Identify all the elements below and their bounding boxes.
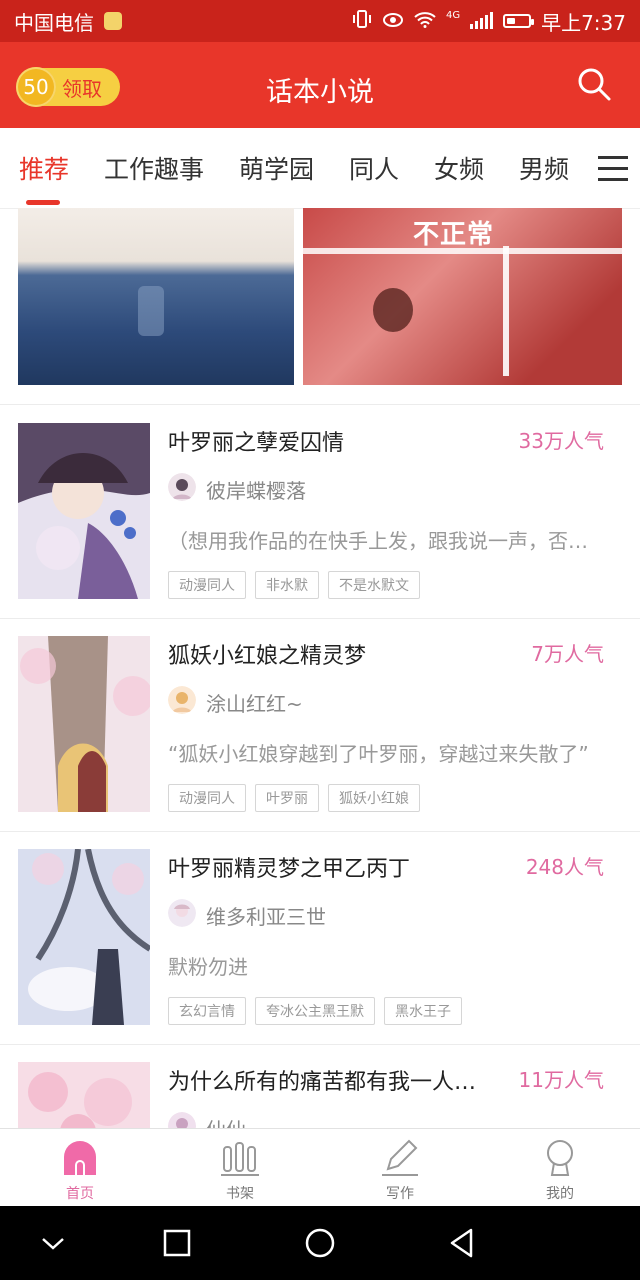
book-tags: 动漫同人 非水默 不是水默文 bbox=[168, 571, 420, 599]
book-list-item[interactable]: 为什么所有的痛苦都有我一人… 11万人气 仙仙 bbox=[0, 1044, 640, 1128]
status-bar: 中国电信 4G 早上7:37 bbox=[0, 0, 640, 42]
profile-icon bbox=[547, 1140, 573, 1176]
tag[interactable]: 狐妖小红娘 bbox=[328, 784, 420, 812]
nav-write[interactable]: 写作 bbox=[350, 1137, 450, 1203]
home-circle-icon[interactable] bbox=[303, 1226, 337, 1260]
book-title[interactable]: 为什么所有的痛苦都有我一人… bbox=[168, 1064, 476, 1096]
pen-icon bbox=[382, 1139, 418, 1176]
eye-icon bbox=[382, 9, 404, 33]
banner-text: 不正常 bbox=[413, 220, 495, 250]
collapse-chevron-icon[interactable] bbox=[36, 1226, 70, 1260]
popularity-count: 11万人气 bbox=[518, 1068, 604, 1092]
vibrate-icon bbox=[352, 9, 372, 33]
book-title[interactable]: 狐妖小红娘之精灵梦 bbox=[168, 638, 366, 670]
tag[interactable]: 玄幻言情 bbox=[168, 997, 246, 1025]
book-description: （想用我作品的在快手上发，跟我说一声，否… bbox=[168, 529, 588, 553]
bottom-navigation: 首页 书架 写作 我的 bbox=[0, 1128, 640, 1207]
bookshelf-icon bbox=[221, 1142, 259, 1176]
popularity-count: 33万人气 bbox=[518, 429, 604, 453]
popularity-count: 7万人气 bbox=[531, 642, 604, 666]
nav-label: 我的 bbox=[546, 1186, 574, 1202]
tag[interactable]: 叶罗丽 bbox=[255, 784, 319, 812]
author-name[interactable]: 仙仙 bbox=[206, 1114, 246, 1128]
author-avatar bbox=[168, 686, 196, 714]
nav-bookshelf[interactable]: 书架 bbox=[190, 1137, 290, 1203]
back-icon[interactable] bbox=[444, 1226, 478, 1260]
app-header: 50 领取 话本小说 bbox=[0, 42, 640, 128]
tag[interactable]: 动漫同人 bbox=[168, 784, 246, 812]
book-list-item[interactable]: 狐妖小红娘之精灵梦 7万人气 涂山红红~ “狐妖小红娘穿越到了叶罗丽，穿越过来失… bbox=[0, 618, 640, 831]
book-description: 默粉勿进 bbox=[168, 955, 248, 979]
book-cover bbox=[18, 849, 150, 1025]
nav-label: 写作 bbox=[386, 1186, 414, 1202]
author-name[interactable]: 维多利亚三世 bbox=[206, 901, 326, 930]
banner-image-medical: 不正常 bbox=[303, 208, 622, 385]
carrier-badge-icon bbox=[104, 12, 122, 30]
nav-label: 首页 bbox=[66, 1186, 94, 1202]
system-navigation-bar bbox=[0, 1206, 640, 1280]
home-icon bbox=[64, 1141, 96, 1175]
nav-profile[interactable]: 我的 bbox=[510, 1137, 610, 1203]
tag[interactable]: 黑水王子 bbox=[384, 997, 462, 1025]
promo-banner[interactable]: 不正常 bbox=[18, 208, 622, 385]
category-tabs: 推荐 工作趣事 萌学园 同人 女频 男频 bbox=[0, 128, 640, 209]
clock: 早上7:37 bbox=[541, 10, 626, 35]
author-avatar bbox=[168, 1112, 196, 1128]
author-name[interactable]: 涂山红红~ bbox=[206, 688, 303, 717]
nav-home[interactable]: 首页 bbox=[30, 1137, 130, 1203]
tab-male-channel[interactable]: 男频 bbox=[519, 150, 569, 186]
author-name[interactable]: 彼岸蝶樱落 bbox=[206, 475, 306, 504]
tag[interactable]: 非水默 bbox=[255, 571, 319, 599]
banner-image-jeans bbox=[18, 208, 294, 385]
nav-label: 书架 bbox=[226, 1186, 254, 1202]
book-tags: 动漫同人 叶罗丽 狐妖小红娘 bbox=[168, 784, 420, 812]
author-avatar bbox=[168, 899, 196, 927]
battery-icon bbox=[503, 14, 535, 28]
recent-apps-icon[interactable] bbox=[160, 1226, 194, 1260]
tab-female-channel[interactable]: 女频 bbox=[434, 150, 484, 186]
tab-fanfic[interactable]: 同人 bbox=[349, 150, 399, 186]
popularity-count: 248人气 bbox=[525, 855, 604, 879]
active-tab-indicator bbox=[26, 200, 60, 205]
book-list-item[interactable]: 叶罗丽之孽爱囚情 33万人气 彼岸蝶樱落 （想用我作品的在快手上发，跟我说一声，… bbox=[0, 405, 640, 618]
book-cover bbox=[18, 636, 150, 812]
author-avatar bbox=[168, 473, 196, 501]
menu-icon[interactable] bbox=[598, 156, 628, 182]
carrier-name: 中国电信 bbox=[14, 10, 94, 35]
tab-cute-school[interactable]: 萌学园 bbox=[239, 150, 314, 186]
tag[interactable]: 不是水默文 bbox=[328, 571, 420, 599]
app-title: 话本小说 bbox=[266, 77, 374, 108]
search-icon[interactable] bbox=[576, 66, 612, 102]
tab-recommend[interactable]: 推荐 bbox=[19, 150, 69, 186]
book-description: “狐妖小红娘穿越到了叶罗丽，穿越过来失散了” bbox=[168, 742, 589, 766]
tag[interactable]: 动漫同人 bbox=[168, 571, 246, 599]
signal-icon bbox=[470, 12, 494, 29]
book-list-item[interactable]: 叶罗丽精灵梦之甲乙丙丁 248人气 维多利亚三世 默粉勿进 玄幻言情 夸冰公主黑… bbox=[0, 831, 640, 1044]
tag[interactable]: 夸冰公主黑王默 bbox=[255, 997, 375, 1025]
book-cover bbox=[18, 423, 150, 599]
book-title[interactable]: 叶罗丽之孽爱囚情 bbox=[168, 425, 344, 457]
wifi-icon bbox=[414, 9, 436, 33]
book-cover bbox=[18, 1062, 150, 1128]
tab-work-stories[interactable]: 工作趣事 bbox=[104, 150, 204, 186]
network-type: 4G bbox=[445, 9, 461, 21]
book-title[interactable]: 叶罗丽精灵梦之甲乙丙丁 bbox=[168, 851, 410, 883]
book-tags: 玄幻言情 夸冰公主黑王默 黑水王子 bbox=[168, 997, 462, 1025]
